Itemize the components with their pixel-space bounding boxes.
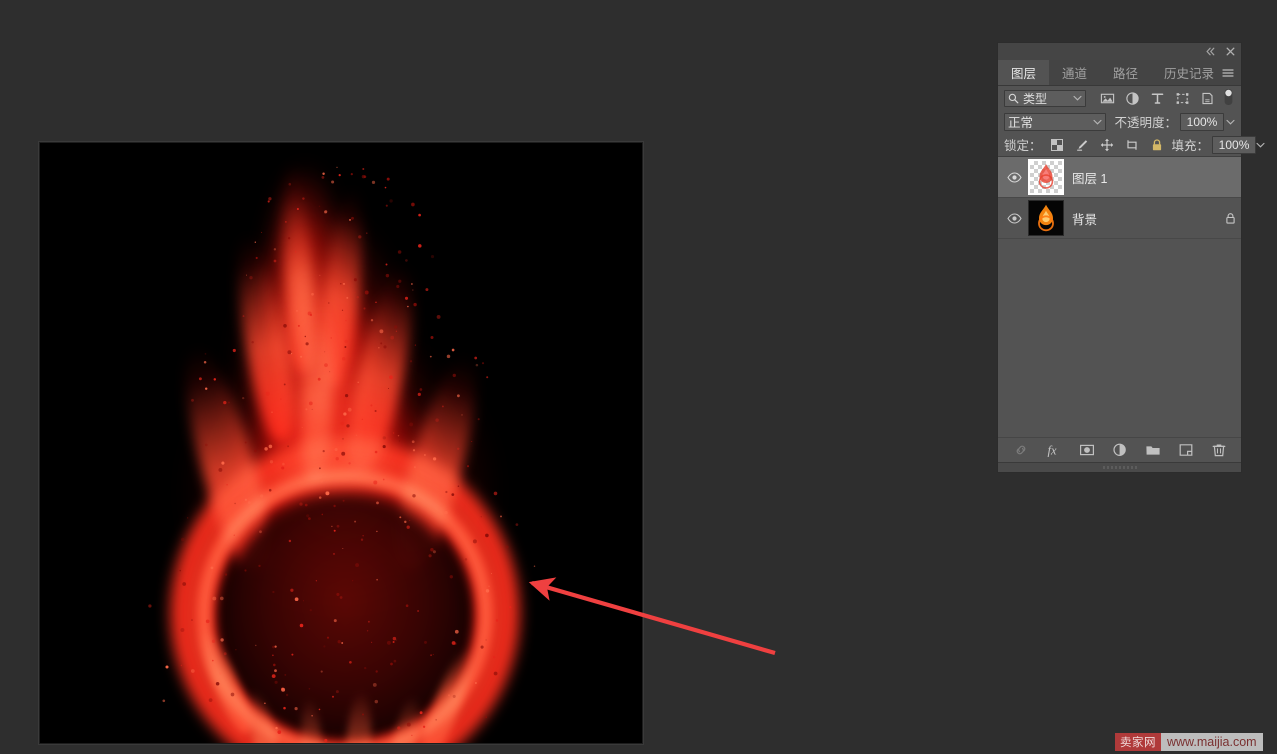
fill-input[interactable]: 100%	[1212, 135, 1257, 154]
filter-kind-label: 类型	[1023, 91, 1048, 106]
adjustment-layer-icon[interactable]	[1112, 442, 1128, 458]
filter-type-icons[interactable]	[1100, 91, 1215, 106]
filter-type-icon[interactable]	[1150, 91, 1165, 106]
svg-text:fx: fx	[1047, 443, 1056, 457]
panel-tab-bar[interactable]: 图层 通道 路径 历史记录	[998, 60, 1241, 86]
link-layers-icon[interactable]	[1013, 442, 1029, 458]
layer-list[interactable]: 图层 1 背景	[998, 156, 1241, 437]
double-chevron-left-icon[interactable]	[1205, 46, 1216, 57]
chevron-down-icon[interactable]	[1073, 95, 1082, 101]
layer-thumbnail[interactable]	[1028, 159, 1064, 195]
panel-menu-icon	[1222, 68, 1234, 77]
lock-row[interactable]: 锁定： 填充： 100%	[998, 133, 1265, 156]
table-row[interactable]: 图层 1	[998, 157, 1241, 198]
tab-channels-label: 通道	[1062, 67, 1088, 81]
filter-smart-object-icon[interactable]	[1200, 91, 1215, 106]
fill-label: 填充：	[1171, 139, 1210, 153]
layer-visibility-toggle[interactable]	[1000, 171, 1028, 183]
tab-history-label: 历史记录	[1164, 67, 1215, 81]
blend-mode-select[interactable]: 正常	[1004, 112, 1107, 131]
search-icon	[1008, 93, 1019, 103]
layer-lock-indicator	[1219, 212, 1241, 225]
layer-thumbnail[interactable]	[1028, 200, 1064, 236]
tab-paths[interactable]: 路径	[1100, 60, 1151, 85]
opacity-label: 不透明度：	[1114, 116, 1177, 130]
thumbnail-flame-art	[1038, 164, 1054, 189]
watermark: 卖家网 www.maijia.com	[1115, 733, 1263, 751]
new-layer-icon[interactable]	[1178, 442, 1194, 458]
watermark-badge: 卖家网	[1115, 733, 1161, 751]
lock-image-icon[interactable]	[1075, 138, 1089, 152]
canvas-artwork[interactable]	[40, 143, 642, 743]
blend-mode-row[interactable]: 正常 不透明度： 100%	[998, 110, 1241, 133]
layers-panel-footer[interactable]: fx	[998, 437, 1241, 462]
grip-dots-icon	[1103, 466, 1136, 469]
eye-icon	[1006, 171, 1022, 183]
toggle-switch-icon	[1224, 88, 1233, 105]
fill-stepper[interactable]	[1256, 142, 1265, 148]
filter-toggle-switch[interactable]	[1222, 88, 1235, 109]
watermark-url: www.maijia.com	[1161, 733, 1263, 751]
lock-transparency-icon[interactable]	[1050, 138, 1064, 152]
close-icon[interactable]	[1225, 46, 1236, 57]
blend-mode-value: 正常	[1008, 116, 1034, 130]
fill-value: 100%	[1218, 137, 1250, 152]
tab-layers-label: 图层	[1011, 67, 1037, 81]
table-row[interactable]: 背景	[998, 198, 1241, 239]
chevron-down-icon	[1226, 119, 1235, 125]
eye-icon	[1006, 212, 1022, 224]
opacity-value: 100%	[1186, 114, 1218, 129]
thumbnail-flame-art	[1038, 204, 1054, 232]
layer-name: 背景	[1072, 212, 1098, 227]
filter-adjustment-icon[interactable]	[1125, 91, 1140, 106]
filter-shape-icon[interactable]	[1175, 91, 1190, 106]
panel-titlebar[interactable]	[998, 43, 1241, 60]
opacity-stepper[interactable]	[1224, 119, 1237, 125]
lock-artboard-icon[interactable]	[1125, 138, 1139, 152]
panel-menu-button[interactable]	[1221, 60, 1235, 85]
lock-icon	[1225, 212, 1235, 224]
tab-history[interactable]: 历史记录	[1151, 60, 1227, 85]
layer-filter-row[interactable]: 类型	[998, 86, 1241, 110]
filter-pixel-icon[interactable]	[1100, 91, 1115, 106]
panel-resize-grip[interactable]	[998, 462, 1241, 472]
new-group-icon[interactable]	[1145, 442, 1161, 458]
lock-label: 锁定：	[1004, 139, 1042, 153]
lock-icon-group[interactable]	[1050, 138, 1164, 152]
document-canvas-window[interactable]	[39, 142, 643, 744]
tab-layers[interactable]: 图层	[998, 60, 1050, 85]
filter-kind-select[interactable]: 类型	[1004, 89, 1086, 107]
layer-name: 图层 1	[1072, 171, 1108, 186]
lock-all-icon[interactable]	[1150, 138, 1164, 152]
chevron-down-icon[interactable]	[1093, 119, 1103, 125]
layer-mask-icon[interactable]	[1079, 442, 1095, 458]
layer-style-fx-icon[interactable]: fx	[1046, 442, 1062, 458]
photoshop-workspace: 图层 通道 路径 历史记录 类型 正常 不透明度： 100% 锁定： 填充： 1…	[0, 0, 1277, 754]
delete-layer-icon[interactable]	[1211, 442, 1227, 458]
layer-visibility-toggle[interactable]	[1000, 212, 1028, 224]
chevron-down-icon	[1256, 142, 1265, 148]
lock-position-icon[interactable]	[1100, 138, 1114, 152]
tab-channels[interactable]: 通道	[1049, 60, 1100, 85]
tab-paths-label: 路径	[1113, 67, 1139, 81]
opacity-input[interactable]: 100%	[1180, 112, 1224, 131]
layers-panel[interactable]: 图层 通道 路径 历史记录 类型 正常 不透明度： 100% 锁定： 填充： 1…	[997, 42, 1265, 473]
